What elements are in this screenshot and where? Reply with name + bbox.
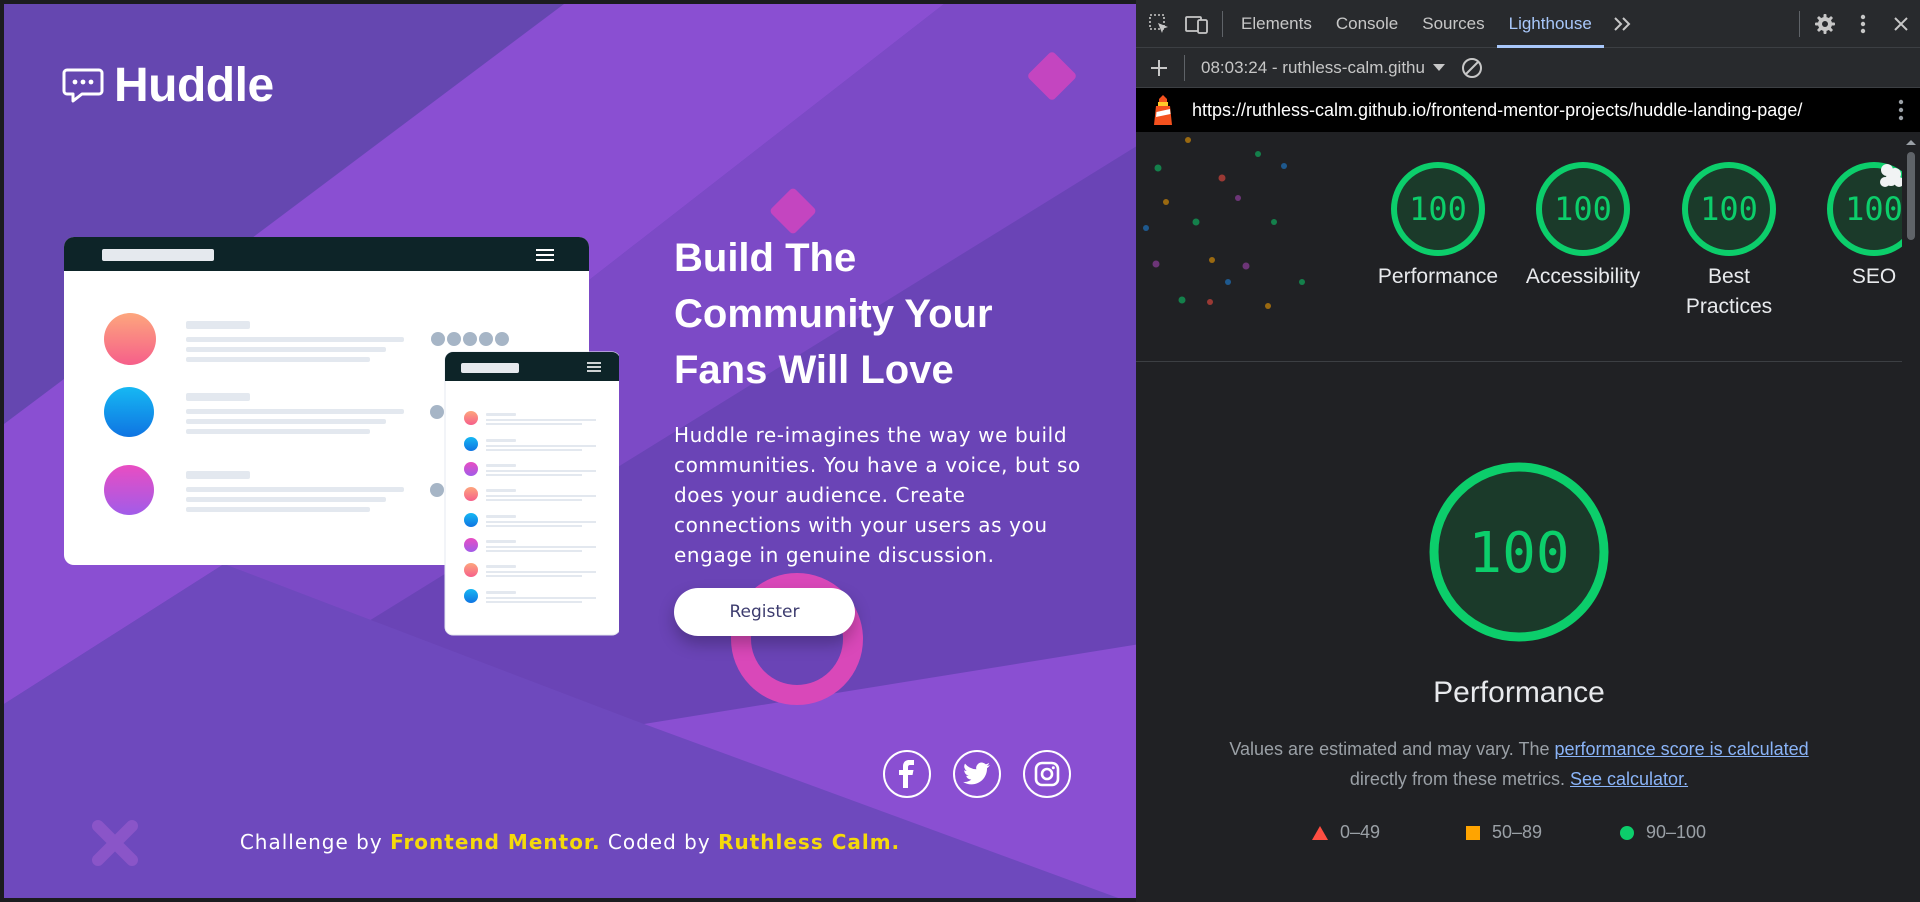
scrollbar-thumb[interactable] xyxy=(1907,152,1915,240)
more-tabs-icon[interactable] xyxy=(1604,0,1642,48)
report-url[interactable]: https://ruthless-calm.github.io/frontend… xyxy=(1192,100,1802,121)
legend-label: 50–89 xyxy=(1492,822,1543,842)
score-gauge-performance[interactable]: 100 Performance xyxy=(1363,160,1513,292)
score-ring: 100 xyxy=(1682,162,1776,256)
main-score-value: 100 xyxy=(1468,521,1569,586)
score-label: Best Practices xyxy=(1685,265,1773,318)
toolbar-separator xyxy=(1222,10,1223,37)
huddle-logo[interactable]: Huddle xyxy=(62,58,274,113)
toolbar-separator xyxy=(1184,54,1185,81)
report-scrollbar[interactable] xyxy=(1902,132,1920,902)
legend-label: 0–49 xyxy=(1340,822,1381,842)
lighthouse-toolbar: 08:03:24 - ruthless-calm.githu xyxy=(1136,48,1920,88)
logo-text: Huddle xyxy=(114,59,274,112)
score-value: 100 xyxy=(1845,190,1903,228)
report-menu-icon[interactable] xyxy=(1882,86,1920,134)
score-gauge-accessibility[interactable]: 100 Accessibility xyxy=(1508,160,1658,292)
devtools-tabbar: Elements Console Sources Lighthouse xyxy=(1136,0,1920,48)
kebab-menu-icon[interactable] xyxy=(1844,0,1882,48)
device-toolbar-icon[interactable] xyxy=(1178,0,1216,48)
facebook-icon[interactable] xyxy=(883,750,931,798)
section-divider xyxy=(1136,361,1902,362)
register-button[interactable]: Register xyxy=(674,588,855,636)
report-url-bar: https://ruthless-calm.github.io/frontend… xyxy=(1136,88,1920,132)
red-triangle-icon xyxy=(1312,825,1328,840)
chevron-down-icon xyxy=(1432,63,1445,71)
see-calculator-link[interactable]: See calculator. xyxy=(1570,769,1688,789)
footer-prefix: Challenge by xyxy=(239,830,383,854)
app-mockup-illustration xyxy=(64,237,619,636)
score-ring: 100 xyxy=(1536,162,1630,256)
tab-sources[interactable]: Sources xyxy=(1410,0,1496,48)
clear-block-icon[interactable] xyxy=(1453,44,1491,92)
tab-elements[interactable]: Elements xyxy=(1229,0,1324,48)
plus-icon[interactable] xyxy=(1140,44,1178,92)
legend-pass: 90–100 xyxy=(1620,822,1706,843)
report-select-label: 08:03:24 - ruthless-calm.githu xyxy=(1201,57,1425,77)
toolbar-separator xyxy=(1799,10,1800,37)
category-title: Performance xyxy=(1433,676,1605,709)
score-note: Values are estimated and may vary. The p… xyxy=(1206,734,1832,794)
close-icon[interactable] xyxy=(1882,0,1920,48)
devtools-panel: Elements Console Sources Lighthouse 08:0… xyxy=(1136,0,1920,902)
huddle-landing-page: Huddle Build The Community Your Fans Wil… xyxy=(0,0,1136,902)
legend-label: 90–100 xyxy=(1646,822,1707,842)
orange-square-icon xyxy=(1466,825,1480,840)
score-value: 100 xyxy=(1700,190,1758,228)
note-text: directly from these metrics. xyxy=(1349,769,1565,789)
legend-average: 50–89 xyxy=(1466,822,1542,843)
hero-heading: Build The Community Your Fans Will Love xyxy=(674,236,993,392)
chat-bubble-icon xyxy=(62,68,104,102)
tab-console[interactable]: Console xyxy=(1324,0,1410,48)
inspect-element-icon[interactable] xyxy=(1140,0,1178,48)
score-calculated-link[interactable]: performance score is calculated xyxy=(1555,739,1809,759)
settings-gear-icon[interactable] xyxy=(1806,0,1844,48)
twitter-icon[interactable] xyxy=(953,750,1001,798)
score-value: 100 xyxy=(1409,190,1467,228)
report-select[interactable]: 08:03:24 - ruthless-calm.githu xyxy=(1201,58,1445,78)
legend-fail: 0–49 xyxy=(1312,822,1380,843)
footer-middle: Coded by xyxy=(607,830,711,854)
screen: Huddle Build The Community Your Fans Wil… xyxy=(0,0,1920,902)
instagram-icon[interactable] xyxy=(1023,750,1071,798)
score-label: Performance xyxy=(1377,265,1499,288)
frontend-mentor-link[interactable]: Frontend Mentor. xyxy=(390,830,600,854)
scroll-up-icon[interactable] xyxy=(1902,136,1920,148)
score-value: 100 xyxy=(1554,190,1612,228)
score-gauge-best-practices[interactable]: 100 Best Practices xyxy=(1654,160,1804,322)
hero-description: Huddle re-imagines the way we build comm… xyxy=(674,423,1081,567)
main-score-gauge[interactable]: 100 xyxy=(1427,460,1611,644)
author-link[interactable]: Ruthless Calm. xyxy=(718,830,900,854)
score-ring: 100 xyxy=(1391,162,1485,256)
note-text: Values are estimated and may vary. The xyxy=(1229,739,1550,759)
lighthouse-icon xyxy=(1154,95,1172,125)
footer-attribution: Challenge by Frontend Mentor. Coded by R… xyxy=(4,830,1136,854)
lighthouse-report: 100 Performance 100 Accessibility 100 Be… xyxy=(1136,132,1920,902)
green-circle-icon xyxy=(1620,825,1634,840)
tab-lighthouse[interactable]: Lighthouse xyxy=(1496,0,1604,48)
score-label: Accessibility xyxy=(1525,265,1641,288)
